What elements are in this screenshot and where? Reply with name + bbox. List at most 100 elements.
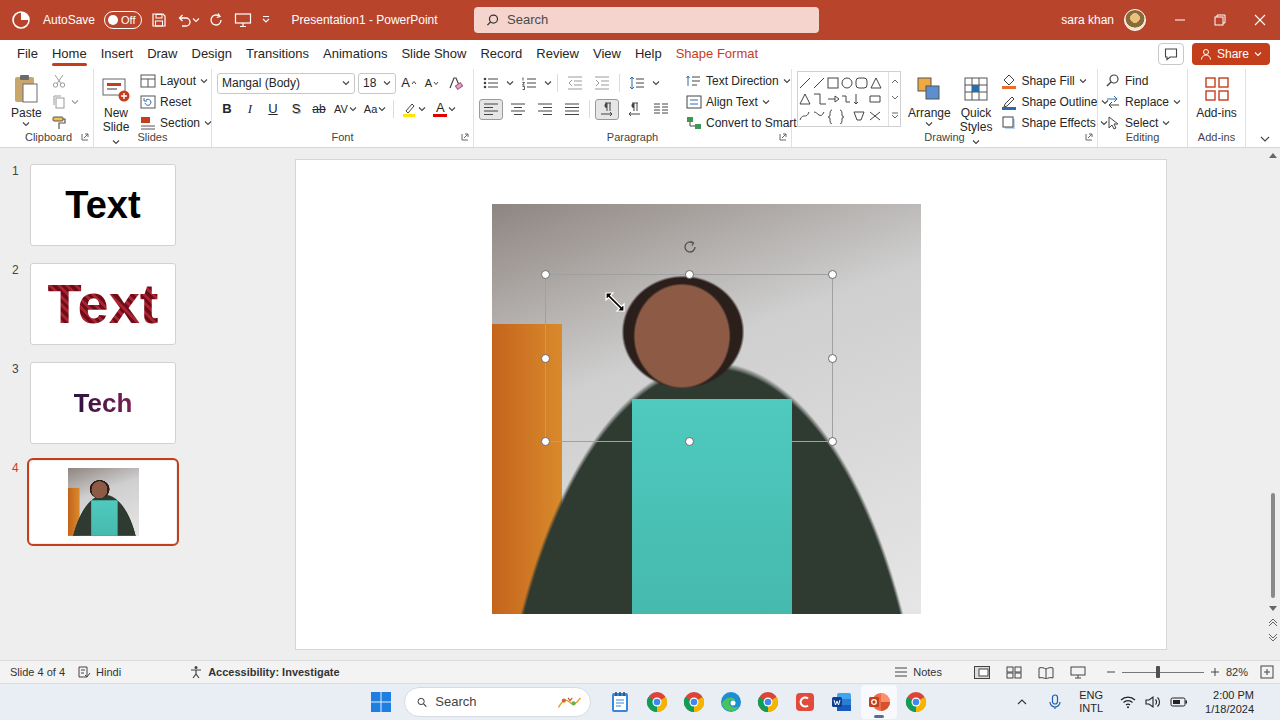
normal-view-icon[interactable] [974, 666, 990, 679]
text-direction-label[interactable]: Text Direction [706, 72, 779, 90]
wifi-icon[interactable] [1120, 695, 1136, 709]
slide-thumbnail[interactable]: Tech [30, 362, 176, 444]
format-painter-icon[interactable] [49, 113, 81, 133]
start-button[interactable] [363, 685, 399, 719]
shape-fill-button[interactable]: Shape Fill [999, 71, 1111, 91]
ribbon-tab[interactable]: Animations [316, 40, 394, 67]
ribbon-tab[interactable]: View [586, 40, 628, 67]
tab-label[interactable]: Slide Show [401, 44, 466, 64]
tab-label[interactable]: View [593, 44, 621, 64]
taskbar-app-button[interactable] [639, 685, 675, 719]
align-text-label[interactable]: Align Text [706, 93, 758, 111]
tab-label[interactable]: Home [52, 44, 87, 64]
scroll-up-icon[interactable] [1269, 152, 1277, 158]
photo[interactable] [492, 204, 921, 614]
ribbon-tab[interactable]: Shape Format [669, 40, 765, 67]
decrease-indent-icon[interactable] [563, 73, 587, 94]
taskbar-app-button[interactable] [824, 685, 860, 719]
resize-handle[interactable] [685, 270, 694, 279]
reset-button[interactable]: Reset [138, 92, 214, 112]
ribbon-tab[interactable]: Home [45, 40, 94, 67]
ribbon-tab[interactable]: Insert [94, 40, 141, 67]
find-label[interactable]: Find [1125, 72, 1148, 90]
section-button[interactable]: Section [138, 113, 214, 133]
copy-icon[interactable] [49, 92, 81, 112]
font-name[interactable]: Mangal (Body) [222, 74, 300, 92]
autosave-toggle[interactable]: Off [104, 11, 141, 29]
present-icon[interactable] [234, 12, 252, 28]
slide-thumbnail[interactable] [30, 461, 176, 543]
clear-formatting-icon[interactable] [445, 73, 465, 94]
accessibility-label[interactable]: Accessibility: Investigate [208, 664, 339, 681]
grow-font-button[interactable]: A [399, 73, 419, 94]
zoom-in-icon[interactable] [1210, 667, 1220, 677]
reading-view-icon[interactable] [1038, 666, 1054, 679]
tab-label[interactable]: Insert [101, 44, 134, 64]
slide-thumbnail-row[interactable]: 4 [10, 461, 195, 543]
share-button[interactable]: Share [1192, 43, 1270, 65]
taskbar-search-input[interactable] [435, 692, 549, 712]
taskbar-app-button[interactable] [676, 685, 712, 719]
zoom-control[interactable]: 82% [1106, 664, 1274, 681]
grow-font-label[interactable]: A [401, 73, 410, 93]
shape-gallery[interactable] [797, 71, 901, 127]
resize-handle[interactable] [541, 354, 550, 363]
highlight-icon[interactable] [399, 99, 428, 120]
ribbon-tab[interactable]: Review [529, 40, 586, 67]
shape-outline-label[interactable]: Shape Outline [1021, 93, 1097, 111]
quick-styles-label[interactable]: Quick Styles [960, 106, 993, 134]
taskbar-app-button[interactable] [602, 685, 638, 719]
spacing-button[interactable]: AV [332, 99, 359, 120]
comments-button[interactable] [1158, 43, 1184, 65]
zoom-slider-thumb[interactable] [1156, 666, 1160, 678]
increase-indent-icon[interactable] [590, 73, 614, 94]
zoom-slider[interactable] [1122, 672, 1204, 673]
layout-label[interactable]: Layout [160, 72, 196, 90]
microphone-icon[interactable] [1048, 694, 1062, 710]
new-slide-label[interactable]: New Slide [103, 106, 130, 134]
slide-thumbnail-row[interactable]: 2Text [10, 263, 195, 345]
next-slide-icon[interactable] [1268, 632, 1278, 642]
slide-thumbnail-row[interactable]: 3Tech [10, 362, 195, 444]
align-center-button[interactable] [506, 99, 530, 120]
accessibility-button[interactable]: Accessibility: Investigate [189, 664, 339, 681]
speaker-icon[interactable] [1145, 695, 1161, 709]
scroll-down-icon[interactable] [1269, 606, 1277, 612]
keyboard-layout[interactable]: INTL [1079, 702, 1103, 715]
addins-label[interactable]: Add-ins [1196, 106, 1237, 120]
taskbar-app-button[interactable] [787, 685, 823, 719]
search-input[interactable] [507, 10, 819, 30]
taskbar-app-button[interactable] [750, 685, 786, 719]
zoom-level[interactable]: 82% [1226, 664, 1248, 681]
scroll-thumb[interactable] [1271, 493, 1275, 598]
paste-button[interactable]: Paste [9, 71, 44, 129]
redo-icon[interactable] [209, 12, 225, 28]
font-size-box[interactable]: 18 [358, 73, 396, 94]
arrange-button[interactable]: Arrange [906, 71, 953, 129]
arrange-label[interactable]: Arrange [908, 106, 951, 120]
undo-icon[interactable] [176, 12, 200, 28]
slide-show-icon[interactable] [1070, 666, 1086, 679]
tab-label[interactable]: Shape Format [676, 44, 758, 64]
line-spacing-icon[interactable] [625, 73, 649, 94]
ribbon-tab[interactable]: File [10, 40, 45, 67]
slide-thumbnail[interactable]: Text [30, 263, 176, 345]
cut-icon[interactable] [49, 71, 81, 91]
slide[interactable] [295, 159, 1167, 650]
shape-effects-button[interactable]: Shape Effects [999, 113, 1111, 133]
resize-handle[interactable] [541, 270, 550, 279]
shape-fill-label[interactable]: Shape Fill [1021, 72, 1074, 90]
notes-button[interactable]: Notes [894, 664, 942, 681]
language-code[interactable]: ENG [1079, 689, 1103, 702]
ribbon-tab[interactable]: Record [473, 40, 529, 67]
zoom-out-icon[interactable] [1106, 667, 1116, 677]
slide-thumbnail[interactable]: Text [30, 164, 176, 246]
underline-button[interactable]: U [263, 99, 283, 120]
tab-label[interactable]: Review [536, 44, 579, 64]
share-label[interactable]: Share [1217, 45, 1249, 63]
align-left-button[interactable] [479, 99, 503, 120]
ribbon-tab[interactable]: Slide Show [394, 40, 473, 67]
shadow-button[interactable]: S [286, 99, 306, 120]
collapse-ribbon-icon[interactable] [1260, 69, 1280, 147]
user-name[interactable]: sara khan [1061, 11, 1114, 29]
